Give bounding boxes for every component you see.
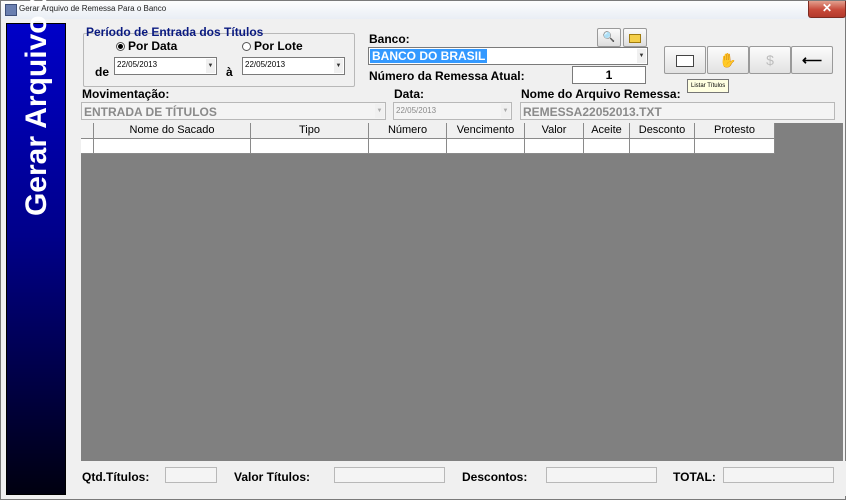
arquivo-field[interactable]: REMESSA22052013.TXT: [520, 102, 835, 120]
a-label: à: [226, 65, 233, 79]
chevron-down-icon[interactable]: ▼: [206, 59, 215, 73]
table-cell[interactable]: [447, 139, 525, 154]
date-to-picker[interactable]: 22/05/2013 ▼: [242, 57, 345, 75]
grid-col-protesto[interactable]: Protesto: [695, 123, 775, 139]
por-data-label[interactable]: Por Data: [128, 39, 177, 53]
banco-label: Banco:: [369, 32, 410, 46]
valor-titulos-label: Valor Títulos:: [234, 470, 311, 484]
return-button[interactable]: ⟵: [791, 46, 833, 74]
tooltip-listar-titulos: Listar Títulos: [687, 79, 730, 93]
list-icon: [676, 55, 694, 68]
grid-col-valor[interactable]: Valor: [525, 123, 584, 139]
chevron-down-icon[interactable]: ▼: [501, 104, 510, 118]
table-cell[interactable]: [251, 139, 369, 154]
data-picker[interactable]: 22/05/2013 ▼: [393, 102, 512, 120]
banner-title: Gerar Arquivo de Remessa: [20, 0, 53, 217]
total-field: [723, 467, 834, 483]
qtd-titulos-label: Qtd.Títulos:: [82, 470, 150, 484]
search-icon: 🔍: [602, 32, 616, 43]
data-value: 22/05/2013: [396, 106, 437, 115]
main-window: Gerar Arquivo de Remessa Para o Banco ✕ …: [0, 0, 846, 500]
listar-titulos-button[interactable]: [664, 46, 706, 74]
money-button[interactable]: $: [749, 46, 791, 74]
chevron-down-icon[interactable]: ▼: [637, 49, 646, 63]
folder-icon: [629, 34, 641, 43]
folder-button[interactable]: [623, 28, 647, 47]
total-label: TOTAL:: [673, 470, 716, 484]
grid-col-tipo[interactable]: Tipo: [251, 123, 369, 139]
chevron-down-icon[interactable]: ▼: [334, 59, 343, 73]
chevron-down-icon[interactable]: ▼: [375, 104, 384, 118]
table-cell[interactable]: [630, 139, 695, 154]
periodo-title: Período de Entrada dos Títulos: [86, 25, 264, 39]
data-label: Data:: [394, 87, 425, 101]
title-bar: Gerar Arquivo de Remessa Para o Banco ✕: [1, 1, 846, 19]
grid-col-numero[interactable]: Número: [369, 123, 447, 139]
table-cell[interactable]: [94, 139, 251, 154]
valor-titulos-field: [334, 467, 445, 483]
row-selector[interactable]: [81, 139, 94, 154]
search-button[interactable]: 🔍: [597, 28, 621, 47]
movimentacao-value: ENTRADA DE TÍTULOS: [84, 105, 217, 119]
de-label: de: [95, 65, 110, 79]
radio-por-lote[interactable]: [242, 42, 251, 51]
table-row[interactable]: [81, 139, 775, 154]
money-icon: $: [766, 52, 774, 68]
grid-col-vencimento[interactable]: Vencimento: [447, 123, 525, 139]
numero-remessa-label: Número da Remessa Atual:: [369, 69, 525, 83]
numero-remessa-value[interactable]: 1: [572, 66, 646, 84]
arquivo-label: Nome do Arquivo Remessa:: [521, 87, 681, 101]
grid-col-desconto[interactable]: Desconto: [630, 123, 695, 139]
table-cell[interactable]: [695, 139, 775, 154]
titles-grid[interactable]: [81, 123, 843, 461]
table-cell[interactable]: [369, 139, 447, 154]
radio-por-data[interactable]: [116, 42, 125, 51]
close-button[interactable]: ✕: [808, 1, 846, 18]
hand-icon: ✋: [719, 52, 737, 68]
generate-button[interactable]: ✋: [707, 46, 749, 74]
banco-value: BANCO DO BRASIL: [370, 49, 488, 63]
grid-col-selector[interactable]: [81, 123, 94, 139]
date-to-value: 22/05/2013: [245, 60, 286, 69]
app-icon: [5, 4, 17, 16]
grid-col-nome-sacado[interactable]: Nome do Sacado: [94, 123, 251, 139]
arquivo-value: REMESSA22052013.TXT: [523, 105, 662, 119]
qtd-titulos-field: [165, 467, 217, 483]
return-arrow-icon: ⟵: [801, 52, 823, 68]
descontos-label: Descontos:: [462, 470, 528, 484]
grid-col-aceite[interactable]: Aceite: [584, 123, 630, 139]
descontos-field: [546, 467, 657, 483]
grid-header: Nome do Sacado Tipo Número Vencimento Va…: [81, 123, 775, 139]
date-from-value: 22/05/2013: [117, 60, 158, 69]
movimentacao-select[interactable]: ENTRADA DE TÍTULOS ▼: [81, 102, 386, 120]
date-from-picker[interactable]: 22/05/2013 ▼: [114, 57, 217, 75]
movimentacao-label: Movimentação:: [82, 87, 170, 101]
banco-select[interactable]: BANCO DO BRASIL ▼: [368, 47, 648, 65]
table-cell[interactable]: [584, 139, 630, 154]
por-lote-label[interactable]: Por Lote: [254, 39, 303, 53]
side-banner: Gerar Arquivo de Remessa: [6, 0, 66, 495]
table-cell[interactable]: [525, 139, 584, 154]
